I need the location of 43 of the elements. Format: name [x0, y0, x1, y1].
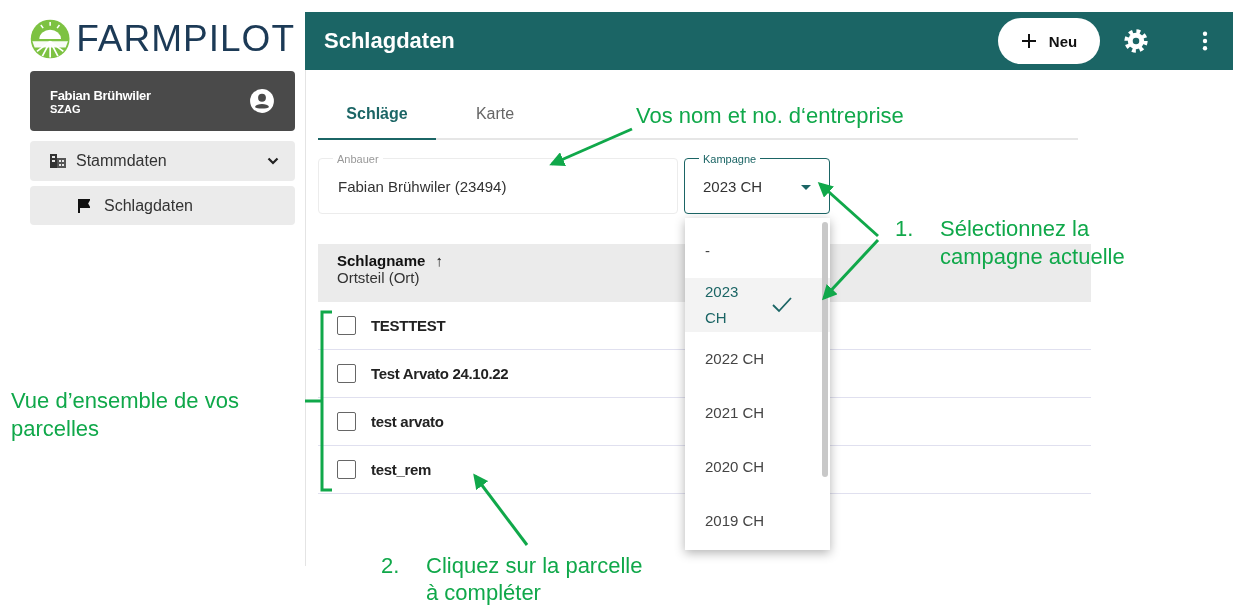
account-icon[interactable] [249, 88, 275, 114]
dropdown-option[interactable]: 2023 CH [685, 278, 830, 332]
annotation-text: Sélectionnez la campagne actuelle [940, 215, 1125, 271]
row-checkbox[interactable] [337, 460, 356, 479]
nav-item[interactable]: Schlagdaten [30, 186, 295, 225]
annotation-arrow [821, 238, 880, 301]
dropdown-option[interactable]: 2019 CH [685, 494, 830, 548]
annotation-text: Cliquez sur la parcelle à compléter [426, 552, 643, 606]
row-checkbox[interactable] [337, 412, 356, 431]
annotation-text: Vos nom et no. d‘entreprise [636, 102, 904, 130]
new-button[interactable]: Neu [998, 18, 1100, 64]
row-checkbox[interactable] [337, 364, 356, 383]
user-organization: SZAG [50, 102, 82, 115]
annotation-arrow [817, 182, 879, 238]
logo-wordmark: FARMPILOT [76, 17, 295, 60]
annotation-text: Vue d’ensemble de vos parcelles [11, 387, 239, 443]
annotation-number: 1. [895, 215, 914, 243]
column-header[interactable]: Schlagname [337, 252, 426, 269]
user-card[interactable]: Fabian Brühwiler SZAG [30, 71, 295, 131]
dropdown-option[interactable]: 2022 CH [685, 332, 830, 386]
page-title: Schlagdaten [324, 28, 455, 54]
flag-icon [78, 198, 90, 213]
tab[interactable]: Karte [436, 90, 554, 140]
dropdown-option[interactable]: - [685, 224, 830, 278]
check-icon [772, 297, 792, 313]
building-icon [50, 154, 66, 168]
field-name[interactable]: test arvato [371, 413, 444, 430]
nav-item[interactable]: Stammdaten [30, 141, 295, 181]
field-name[interactable]: test_rem [371, 461, 432, 478]
tab[interactable]: Schläge [318, 90, 436, 140]
plus-icon [1020, 33, 1037, 49]
sort-indicator[interactable]: ↑ [435, 252, 443, 269]
scrollbar[interactable] [822, 222, 828, 477]
more-menu-icon[interactable] [1202, 31, 1208, 51]
column-subheader: Ortsteil (Ort) [337, 269, 420, 286]
user-name: Fabian Brühwiler [50, 87, 151, 103]
row-checkbox[interactable] [337, 316, 356, 335]
dropdown-option[interactable]: 2021 CH [685, 386, 830, 440]
annotation-number: 2. [381, 552, 400, 579]
dropdown-option[interactable]: 2020 CH [685, 440, 830, 494]
settings-icon[interactable] [1122, 27, 1150, 55]
field-name[interactable]: Test Arvato 24.10.22 [371, 365, 509, 382]
field-name[interactable]: TESTTEST [371, 317, 446, 334]
